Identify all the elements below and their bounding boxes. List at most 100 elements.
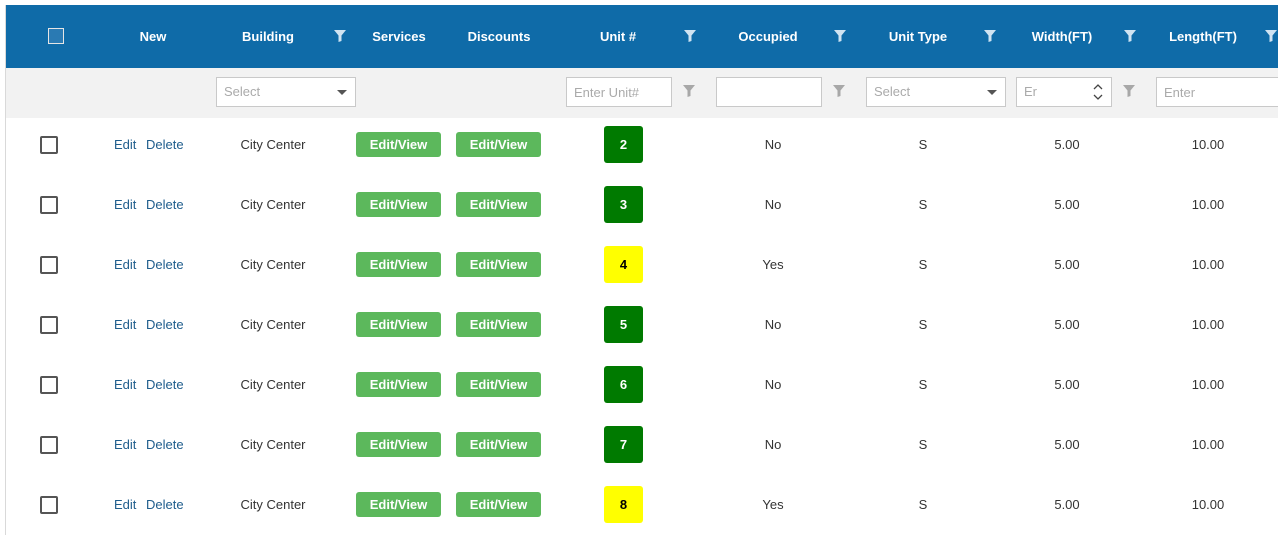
table-row: Edit Delete City Center Edit/View Edit/View 8… [6,478,1278,535]
row-checkbox[interactable] [40,196,58,214]
services-edit-view-button[interactable]: Edit/View [356,132,441,157]
length-filter-input[interactable] [1156,77,1278,107]
unit-type-cell: S [918,317,928,332]
unit-type-cell: S [918,197,928,212]
occupied-cell: No [764,317,782,332]
filter-funnel-icon[interactable] [1122,84,1136,98]
unit-number-badge[interactable]: 4 [604,246,643,283]
unit-number-badge[interactable]: 2 [604,126,643,163]
delete-link[interactable]: Delete [146,238,184,292]
unit-number-badge[interactable]: 5 [604,306,643,343]
header-services[interactable]: Services [349,5,449,68]
filter-funnel-icon[interactable] [832,84,846,98]
occupied-filter-input[interactable] [716,77,822,107]
building-filter-placeholder: Select [224,84,261,99]
width-cell: 5.00 [1054,497,1080,512]
delete-link[interactable]: Delete [146,178,184,232]
services-edit-view-button[interactable]: Edit/View [356,252,441,277]
unit-type-cell: S [918,437,928,452]
occupied-cell: No [764,437,782,452]
filter-funnel-icon[interactable] [683,29,697,43]
header-unit-type[interactable]: Unit Type [868,5,968,68]
edit-link[interactable]: Edit [114,298,136,352]
services-edit-view-button[interactable]: Edit/View [356,492,441,517]
header-occupied[interactable]: Occupied [718,5,818,68]
edit-link[interactable]: Edit [114,178,136,232]
filter-funnel-icon[interactable] [983,29,997,43]
discounts-edit-view-button[interactable]: Edit/View [456,312,541,337]
units-grid: New Building Services Discounts Unit # O… [5,5,1278,535]
table-row: Edit Delete City Center Edit/View Edit/View 2… [6,118,1278,179]
table-row: Edit Delete City Center Edit/View Edit/View 4… [6,238,1278,299]
unit-number-badge[interactable]: 7 [604,426,643,463]
discounts-edit-view-button[interactable]: Edit/View [456,372,541,397]
unit-filter-input[interactable] [566,77,672,107]
header-unit[interactable]: Unit # [568,5,668,68]
chevron-down-icon [987,90,997,95]
services-edit-view-button[interactable]: Edit/View [356,372,441,397]
delete-link[interactable]: Delete [146,118,184,172]
occupied-cell: No [764,377,782,392]
delete-link[interactable]: Delete [146,478,184,532]
occupied-cell: No [764,137,782,152]
building-cell: City Center [240,137,306,152]
services-edit-view-button[interactable]: Edit/View [356,432,441,457]
stepper-arrows-icon[interactable] [1093,82,1103,102]
table-row: Edit Delete City Center Edit/View Edit/View 5… [6,298,1278,359]
services-edit-view-button[interactable]: Edit/View [356,312,441,337]
length-cell: 10.00 [1191,257,1225,272]
discounts-edit-view-button[interactable]: Edit/View [456,432,541,457]
edit-link[interactable]: Edit [114,118,136,172]
unit-type-filter-select[interactable]: Select [866,77,1006,107]
filter-funnel-icon[interactable] [682,84,696,98]
chevron-down-icon [337,90,347,95]
header-building[interactable]: Building [218,5,318,68]
unit-number-badge[interactable]: 3 [604,186,643,223]
unit-type-cell: S [918,497,928,512]
length-cell: 10.00 [1191,197,1225,212]
width-cell: 5.00 [1054,197,1080,212]
discounts-edit-view-button[interactable]: Edit/View [456,252,541,277]
filter-funnel-icon[interactable] [1123,29,1137,43]
delete-link[interactable]: Delete [146,298,184,352]
row-checkbox[interactable] [40,376,58,394]
discounts-edit-view-button[interactable]: Edit/View [456,192,541,217]
length-cell: 10.00 [1191,137,1225,152]
row-checkbox[interactable] [40,316,58,334]
row-checkbox[interactable] [40,256,58,274]
filter-funnel-icon[interactable] [333,29,347,43]
row-checkbox[interactable] [40,436,58,454]
occupied-cell: No [764,197,782,212]
filter-funnel-icon[interactable] [833,29,847,43]
header-new[interactable]: New [103,5,203,68]
delete-link[interactable]: Delete [146,358,184,412]
width-filter-stepper[interactable]: Er [1016,77,1112,107]
services-edit-view-button[interactable]: Edit/View [356,192,441,217]
edit-link[interactable]: Edit [114,418,136,472]
building-cell: City Center [240,437,306,452]
unit-type-cell: S [918,257,928,272]
edit-link[interactable]: Edit [114,238,136,292]
unit-number-badge[interactable]: 8 [604,486,643,523]
discounts-edit-view-button[interactable]: Edit/View [456,132,541,157]
building-filter-select[interactable]: Select [216,77,356,107]
select-all-checkbox[interactable] [48,28,64,44]
length-cell: 10.00 [1191,377,1225,392]
unit-number-badge[interactable]: 6 [604,366,643,403]
header-discounts[interactable]: Discounts [449,5,549,68]
building-cell: City Center [240,497,306,512]
row-checkbox[interactable] [40,136,58,154]
table-row: Edit Delete City Center Edit/View Edit/View 3… [6,178,1278,239]
edit-link[interactable]: Edit [114,478,136,532]
length-cell: 10.00 [1191,497,1225,512]
building-cell: City Center [240,377,306,392]
row-checkbox[interactable] [40,496,58,514]
header-width[interactable]: Width(FT) [1012,5,1112,68]
edit-link[interactable]: Edit [114,358,136,412]
unit-type-cell: S [918,137,928,152]
filter-funnel-icon[interactable] [1264,29,1278,43]
header-length[interactable]: Length(FT) [1153,5,1253,68]
discounts-edit-view-button[interactable]: Edit/View [456,492,541,517]
building-cell: City Center [240,197,306,212]
delete-link[interactable]: Delete [146,418,184,472]
